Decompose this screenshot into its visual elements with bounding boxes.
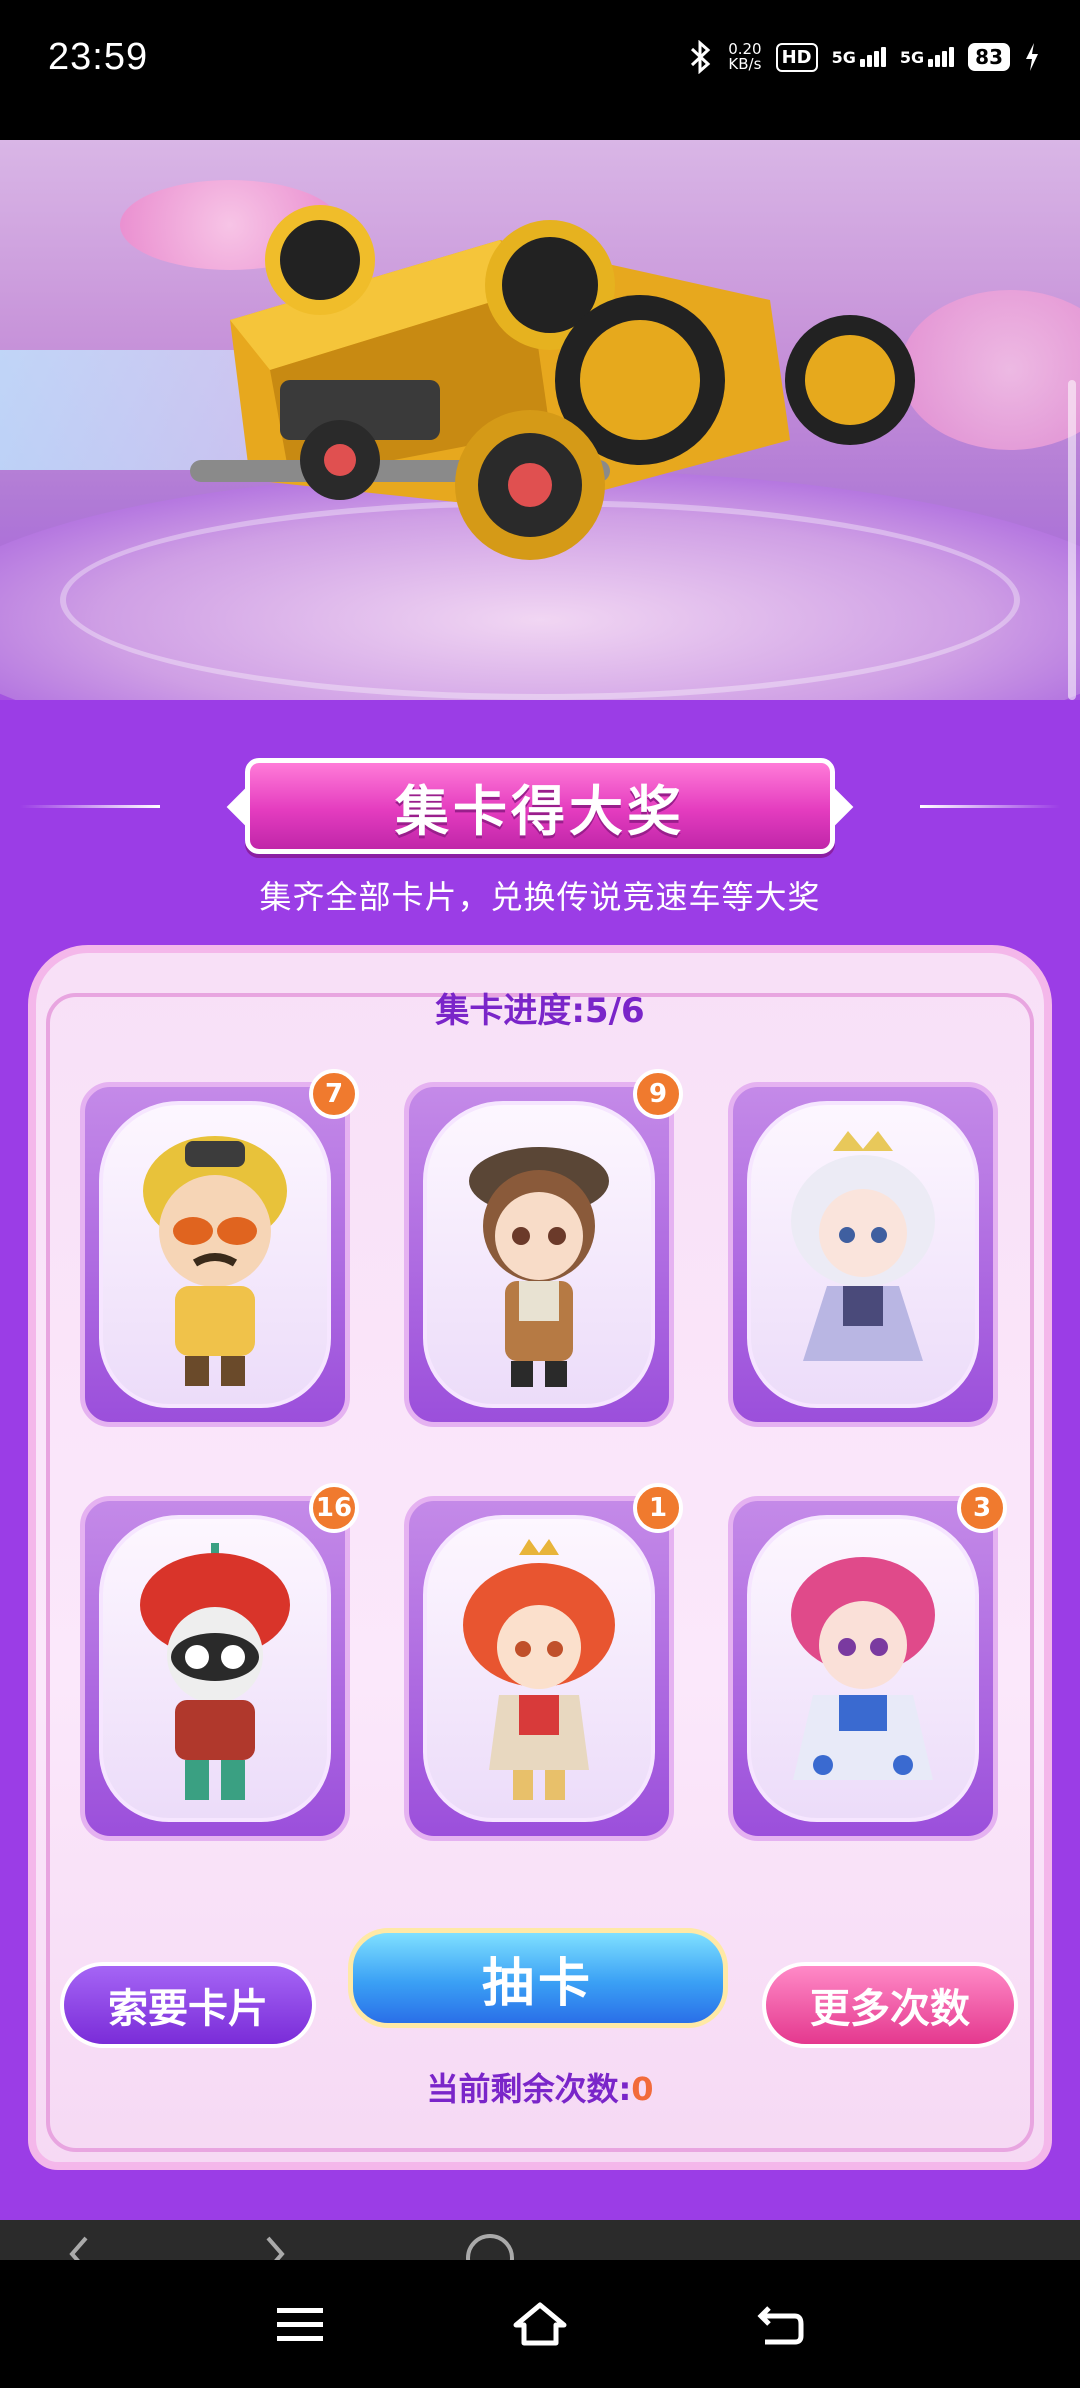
refresh-icon[interactable]	[460, 2228, 520, 2260]
hero-banner	[0, 140, 1080, 700]
card-red-hat[interactable]: 16	[80, 1483, 359, 1841]
event-title: 集卡得大奖	[395, 779, 685, 843]
bluetooth-icon	[691, 40, 711, 74]
card-frame	[423, 1515, 655, 1822]
character-red-hat-image	[140, 1543, 290, 1800]
forward-arrow-icon[interactable]	[260, 2234, 290, 2260]
card-frame	[99, 1515, 331, 1822]
signal-sim2-icon: 5G	[899, 47, 955, 67]
race-car-image	[190, 205, 915, 560]
remaining-value: 0	[631, 2070, 654, 2108]
card-count-badge: 7	[309, 1069, 359, 1119]
back-arrow-icon[interactable]	[64, 2234, 94, 2260]
character-red-hair-image	[463, 1539, 615, 1800]
sim1-label: 5G	[831, 48, 856, 67]
character-girl-brown-image	[469, 1147, 609, 1387]
more-times-button[interactable]: 更多次数	[762, 1962, 1018, 2048]
ask-card-button[interactable]: 索要卡片	[60, 1962, 316, 2048]
card-count-badge: 16	[309, 1483, 359, 1533]
page-scrollbar[interactable]	[1068, 380, 1076, 700]
card-frame	[99, 1101, 331, 1408]
card-count-badge: 1	[633, 1483, 683, 1533]
back-icon[interactable]	[750, 2294, 810, 2354]
collect-progress: 集卡进度:5/6	[435, 991, 645, 1031]
title-deco-line-right	[920, 805, 1060, 808]
card-frame	[747, 1101, 979, 1408]
card-explorer[interactable]: 7	[80, 1069, 359, 1427]
remaining-times: 当前剩余次数:0	[0, 2064, 1080, 2110]
menu-icon[interactable]	[270, 2294, 330, 2354]
signal-sim1-icon: 5G	[832, 47, 886, 67]
card-princess-white[interactable]	[728, 1082, 998, 1427]
character-explorer-image	[143, 1136, 287, 1386]
sim2-label: 5G	[899, 48, 925, 67]
home-icon[interactable]	[510, 2294, 570, 2354]
card-girl-brown[interactable]: 9	[404, 1069, 683, 1427]
charging-icon	[1026, 43, 1038, 71]
screen: 23:59 0.20 KB/s HD 5G 5G 83 集卡得大奖 集齐全部卡片…	[0, 0, 1080, 2388]
card-pink-hair[interactable]: 3	[728, 1483, 1007, 1841]
status-bar: 23:59 0.20 KB/s HD 5G 5G 83	[0, 0, 1080, 140]
remaining-label: 当前剩余次数:	[426, 2070, 632, 2108]
status-icons: 0.20 KB/s HD 5G 5G 83	[688, 40, 1040, 74]
battery-icon: 83	[968, 43, 1010, 71]
event-subtitle: 集齐全部卡片，兑换传说竞速车等大奖	[259, 878, 821, 916]
status-time: 23:59	[48, 36, 149, 78]
title-deco-line-left	[20, 805, 160, 808]
card-frame	[423, 1101, 655, 1408]
card-frame	[747, 1515, 979, 1822]
card-red-hair[interactable]: 1	[404, 1483, 683, 1841]
event-title-banner: 集卡得大奖	[245, 758, 835, 854]
draw-card-button[interactable]: 抽卡	[348, 1928, 728, 2028]
draw-card-label: 抽卡	[481, 1953, 594, 2014]
browser-toolbar	[0, 2220, 1080, 2260]
character-princess-white-image	[791, 1131, 935, 1361]
character-pink-hair-image	[791, 1557, 935, 1780]
hd-icon: HD	[775, 42, 818, 72]
card-count-badge: 9	[633, 1069, 683, 1119]
system-nav-bar	[0, 2260, 1080, 2388]
event-title-block: 集卡得大奖	[0, 750, 1080, 860]
card-count-badge: 3	[957, 1483, 1007, 1533]
net-speed-unit: KB/s	[728, 55, 762, 73]
net-speed: 0.20 KB/s	[728, 42, 761, 72]
